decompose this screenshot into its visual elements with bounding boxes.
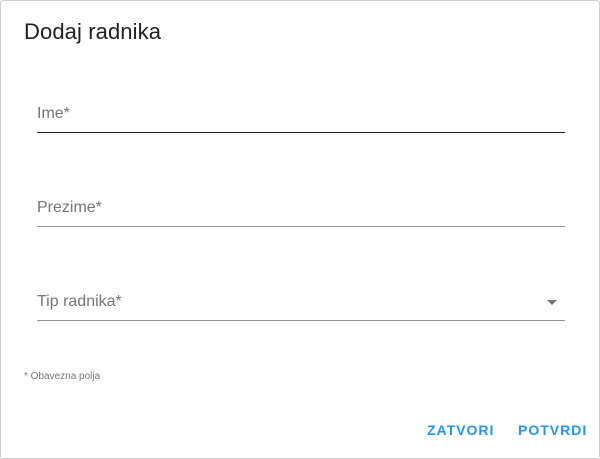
first-name-field[interactable]: Ime* <box>37 99 565 133</box>
worker-type-underline <box>37 320 565 321</box>
add-worker-dialog: Dodaj radnika Ime* Prezime* Tip radnika*… <box>0 0 600 459</box>
worker-type-label: Tip radnika* <box>37 293 122 310</box>
dialog-title: Dodaj radnika <box>24 19 162 44</box>
first-name-label: Ime* <box>37 105 70 122</box>
required-fields-note: * Obavezna polja <box>24 371 101 382</box>
worker-type-select[interactable]: Tip radnika* <box>37 287 565 321</box>
last-name-underline <box>37 226 565 227</box>
dialog-actions: ZATVORI POTVRDI <box>1 402 599 458</box>
last-name-label: Prezime* <box>37 199 102 216</box>
confirm-button[interactable]: POTVRDI <box>510 412 595 448</box>
close-button[interactable]: ZATVORI <box>419 412 502 448</box>
last-name-field[interactable]: Prezime* <box>37 193 565 227</box>
arrow-drop-down-icon <box>547 300 557 305</box>
first-name-underline <box>37 131 565 133</box>
